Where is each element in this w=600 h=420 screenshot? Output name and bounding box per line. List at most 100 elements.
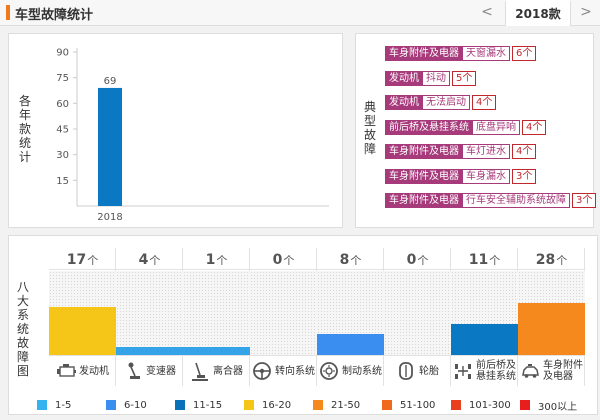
typical-fault-item[interactable]: 车身附件及电器 车身漏水 3个 bbox=[385, 168, 537, 184]
system-level-fill bbox=[317, 334, 384, 355]
fault-problem-tag: 底盘异响 bbox=[473, 119, 520, 135]
system-count-header: 17个 bbox=[49, 248, 116, 270]
system-name-line: 及电器 bbox=[543, 371, 573, 382]
prev-arrow-button[interactable]: < bbox=[472, 0, 502, 25]
legend-swatch bbox=[175, 400, 185, 410]
fault-count-badge: 6个 bbox=[512, 46, 537, 61]
system-name: 制动系统 bbox=[342, 365, 382, 377]
system-column[interactable]: 8个 制动系统 bbox=[317, 248, 384, 386]
y-tick-label: 75 bbox=[56, 73, 69, 84]
system-footer: 离合器 bbox=[183, 355, 250, 386]
vertical-label-char: 大 bbox=[16, 294, 29, 308]
system-footer: 转向系统 bbox=[250, 355, 317, 386]
typical-fault-item[interactable]: 车身附件及电器 行车安全辅助系统故障 3个 bbox=[385, 193, 597, 208]
system-footer: 发动机 bbox=[49, 355, 116, 386]
system-count-header: 28个 bbox=[518, 248, 585, 270]
system-name: 前后桥及 悬挂系统 bbox=[476, 360, 516, 382]
tab-model-year[interactable]: 2018款 bbox=[505, 0, 571, 26]
fault-count-badge: 5个 bbox=[452, 70, 477, 86]
system-count-unit: 个 bbox=[556, 254, 568, 267]
system-column[interactable]: 4个 变速器 bbox=[116, 248, 183, 386]
system-level-fill bbox=[116, 346, 183, 355]
fault-problem-tag: 车身漏水 bbox=[463, 168, 510, 184]
typical-fault-item[interactable]: 车身附件及电器 车灯进水 4个 bbox=[385, 144, 537, 159]
legend-item: 11-15 bbox=[175, 398, 222, 412]
system-count-header: 11个 bbox=[451, 248, 518, 270]
system-count-header: 1个 bbox=[183, 248, 250, 270]
system-fill-area bbox=[116, 271, 183, 355]
system-level-fill bbox=[183, 346, 250, 355]
system-count-number: 8 bbox=[339, 252, 350, 268]
fault-category-tag: 车身附件及电器 bbox=[385, 46, 463, 61]
vertical-label-char: 系 bbox=[16, 308, 29, 322]
fault-count-badge: 4个 bbox=[522, 119, 547, 135]
vertical-label-char: 图 bbox=[16, 364, 29, 378]
fault-problem-tag: 车灯进水 bbox=[463, 144, 510, 159]
legend-swatch bbox=[451, 400, 461, 410]
eight-systems-panel: 八大系统故障图 17个 发动机 4个 变速器 1个 离合器 0个 转向系统 8个 制动系统 0个 轮胎… bbox=[8, 235, 598, 415]
system-name-line: 悬挂系统 bbox=[476, 371, 516, 382]
fault-problem-tag: 行车安全辅助系统故障 bbox=[463, 193, 570, 208]
page-title: 车型故障统计 bbox=[15, 8, 94, 23]
fault-count-badge: 3个 bbox=[512, 168, 537, 184]
next-arrow-button[interactable]: > bbox=[571, 0, 600, 25]
gear-shift-icon bbox=[128, 362, 140, 379]
system-count-number: 1 bbox=[205, 252, 216, 268]
typical-fault-item[interactable]: 发动机 无法启动 4个 bbox=[385, 95, 497, 110]
system-column[interactable]: 11个前后桥及 悬挂系统 bbox=[451, 248, 518, 386]
system-name: 发动机 bbox=[79, 365, 109, 377]
system-column[interactable]: 1个离合器 bbox=[183, 248, 250, 386]
system-fill-area bbox=[183, 271, 250, 355]
fault-category-tag: 车身附件及电器 bbox=[385, 144, 463, 159]
system-footer: 车身附件 及电器 bbox=[518, 355, 585, 386]
typical-fault-item[interactable]: 前后桥及悬挂系统 底盘异响 4个 bbox=[385, 119, 547, 135]
y-tick-label: 30 bbox=[56, 150, 69, 161]
legend-swatch bbox=[106, 400, 116, 410]
fault-count-badge: 3个 bbox=[572, 193, 597, 208]
vertical-label-char: 八 bbox=[16, 280, 29, 294]
y-tick-label: 60 bbox=[56, 99, 69, 110]
system-count-header: 0个 bbox=[250, 248, 317, 270]
legend-label: 16-20 bbox=[262, 399, 292, 411]
system-name-line: 车身附件 bbox=[543, 360, 583, 371]
system-count-unit: 个 bbox=[216, 254, 228, 267]
legend-item: 16-20 bbox=[244, 398, 291, 412]
system-column[interactable]: 17个发动机 bbox=[49, 248, 116, 386]
vertical-label-char: 故 bbox=[16, 336, 29, 350]
fault-category-tag: 车身附件及电器 bbox=[385, 168, 463, 184]
typical-faults-panel: 典型故障 车身附件及电器 天窗漏水 6个 发动机 抖动 5个 发动机 无法启动 4个 前后桥及悬挂… bbox=[355, 33, 597, 228]
systems-panel-vertical-label: 八大系统故障图 bbox=[16, 280, 30, 378]
system-count-unit: 个 bbox=[417, 254, 429, 267]
system-level-fill bbox=[49, 307, 116, 355]
fault-problem-tag: 无法启动 bbox=[423, 95, 470, 110]
fault-category-tag: 车身附件及电器 bbox=[385, 193, 463, 208]
system-name-line: 前后桥及 bbox=[476, 360, 516, 371]
steering-wheel-icon bbox=[253, 362, 271, 380]
fault-problem-tag: 天窗漏水 bbox=[463, 46, 510, 61]
system-footer: 制动系统 bbox=[317, 355, 384, 386]
fault-stats-widget: 车型故障统计 < 2018款 > 各年款统计 15 30 45 60 75 90 69 201… bbox=[0, 0, 600, 420]
system-fill-area bbox=[250, 271, 317, 355]
system-footer: 变速器 bbox=[116, 355, 183, 386]
system-count-number: 11 bbox=[468, 252, 489, 268]
legend-label: 21-50 bbox=[331, 399, 361, 411]
system-fill-area bbox=[49, 271, 116, 355]
y-tick-label: 90 bbox=[56, 48, 69, 59]
vertical-label-char: 典 bbox=[363, 100, 376, 114]
title-accent-bar bbox=[6, 5, 10, 20]
legend-label: 1-5 bbox=[55, 399, 72, 411]
system-column[interactable]: 0个轮胎 bbox=[384, 248, 451, 386]
system-column[interactable]: 0个转向系统 bbox=[250, 248, 317, 386]
typical-fault-item[interactable]: 车身附件及电器 天窗漏水 6个 bbox=[385, 46, 537, 61]
year-bar-chart: 15 30 45 60 75 90 69 2018 bbox=[56, 48, 329, 223]
system-name: 轮胎 bbox=[419, 365, 439, 377]
system-column[interactable]: 28个车身附件 及电器 bbox=[518, 248, 585, 386]
system-name: 离合器 bbox=[213, 365, 243, 377]
system-count-number: 0 bbox=[406, 252, 417, 268]
color-legend: 1-5 6-10 11-15 16-20 21-50 51-100 101-300 300以上 bbox=[37, 398, 597, 413]
header-bar: 车型故障统计 < 2018款 > bbox=[0, 0, 600, 26]
typical-panel-vertical-label: 典型故障 bbox=[363, 100, 377, 156]
typical-fault-item[interactable]: 发动机 抖动 5个 bbox=[385, 70, 477, 86]
system-name: 转向系统 bbox=[275, 365, 315, 377]
legend-label: 11-15 bbox=[193, 399, 223, 411]
